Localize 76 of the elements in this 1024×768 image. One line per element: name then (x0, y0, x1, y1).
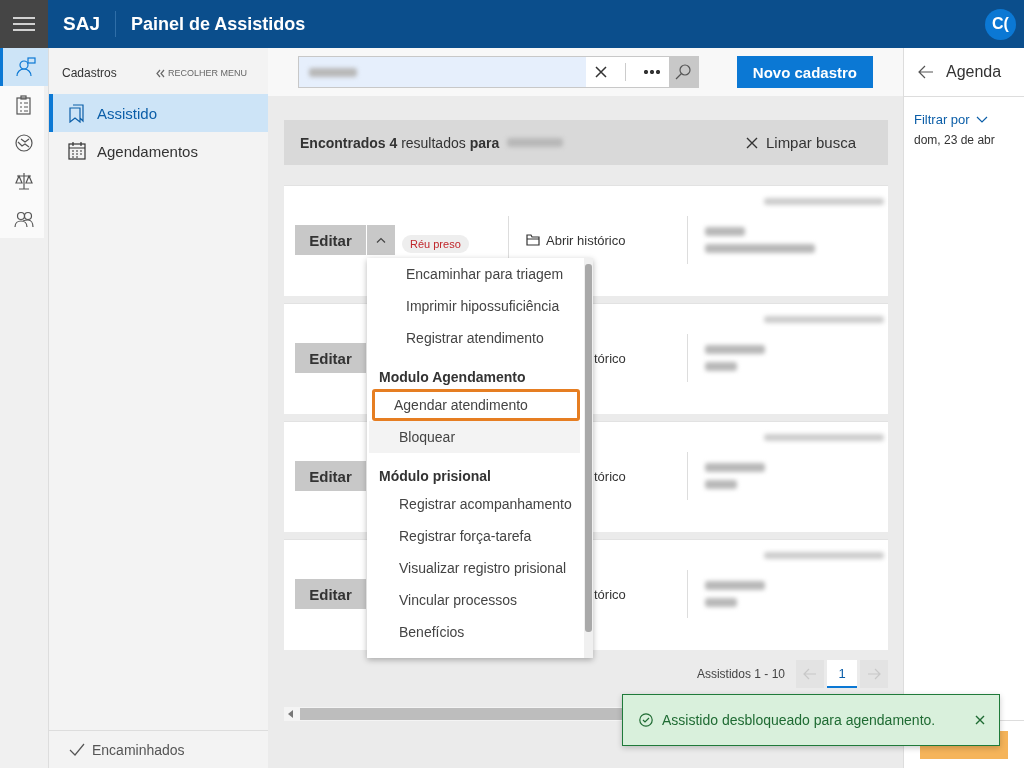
folder-icon (526, 234, 540, 246)
pagination-label: Assistidos 1 - 10 (696, 667, 785, 681)
scrollbar-thumb[interactable] (300, 708, 624, 720)
sidebar-item[interactable]: Agendamentos (49, 132, 268, 170)
redacted-mark (705, 345, 765, 354)
menu-item[interactable]: Bloquear (369, 421, 580, 453)
search-icon (675, 64, 692, 80)
history-link[interactable]: tórico (594, 586, 626, 602)
redacted-mark (705, 598, 737, 607)
menu-item[interactable]: Agendar atendimento (372, 389, 580, 421)
menu-item[interactable]: Benefícios (369, 616, 580, 648)
menu-group-header: Módulo prisional (378, 467, 492, 486)
menu-item[interactable]: Registrar força-tarefa (369, 520, 580, 552)
clipboard-icon (13, 95, 34, 115)
edit-button[interactable]: Editar (295, 343, 366, 373)
person-icon (15, 57, 36, 77)
menu-group-header: Modulo Agendamento (378, 368, 527, 387)
history-link[interactable]: tórico (594, 468, 626, 484)
redacted-mark (705, 581, 765, 590)
redacted-mark (705, 362, 737, 371)
calendar-icon (67, 141, 87, 161)
collapse-menu-link[interactable]: RECOLHER MENU (156, 68, 247, 78)
scales-icon (13, 171, 34, 191)
back-arrow-icon[interactable] (918, 65, 934, 79)
arrow-right-icon (867, 668, 881, 680)
search-field[interactable] (298, 56, 699, 88)
history-link[interactable]: Abrir histórico (526, 232, 626, 248)
section-title: Cadastros (62, 66, 117, 80)
menu-item[interactable]: Vincular processos (369, 584, 580, 616)
edit-button[interactable]: Editar (295, 579, 366, 609)
people-icon (13, 209, 34, 229)
arrow-left-icon (803, 668, 817, 680)
toast-message: Assistido desbloqueado para agendamento. (662, 712, 936, 728)
caret-icon (376, 237, 386, 243)
status-tag: Réu preso (402, 235, 469, 253)
sidebar-item[interactable]: Assistido (49, 94, 268, 132)
vertical-scrollbar[interactable] (584, 258, 593, 658)
menu-item[interactable]: Imprimir hipossuficiência (369, 290, 580, 322)
redacted-mark (705, 480, 737, 489)
horizontal-scrollbar[interactable] (284, 707, 624, 721)
menu-item[interactable]: Encaminhar para triagem (369, 258, 580, 290)
close-icon[interactable] (594, 66, 607, 78)
menu-icon (13, 16, 35, 32)
scrollbar-thumb[interactable] (585, 264, 592, 632)
close-icon[interactable] (975, 715, 985, 725)
redacted-mark (705, 463, 765, 472)
filter-dropdown[interactable]: Filtrar por (914, 112, 1024, 127)
user-avatar[interactable]: C( (985, 8, 1016, 40)
redacted-mark (309, 67, 357, 77)
check-circle-icon (639, 713, 653, 727)
brand-name: SAJ (63, 13, 100, 35)
menu-item[interactable]: Registrar acompanhamento (369, 488, 580, 520)
scroll-left-icon (288, 710, 294, 718)
edit-button[interactable]: Editar (295, 225, 366, 255)
menu-button[interactable] (0, 0, 48, 48)
search-button[interactable] (668, 57, 698, 87)
check-icon (69, 742, 85, 757)
close-icon (745, 136, 758, 149)
panel-title: Agenda (946, 63, 1002, 81)
new-record-button[interactable]: Novo cadastro (736, 56, 873, 88)
chevron-down-icon (975, 116, 988, 123)
redacted-mark (705, 227, 745, 236)
bookmark-icon (67, 103, 87, 123)
date-label: dom, 23 de abr (914, 133, 996, 147)
nav-rail-button[interactable] (0, 48, 48, 86)
page-title: Painel de Assistidos (130, 13, 306, 35)
edit-button[interactable]: Editar (295, 461, 366, 491)
more-icon[interactable] (643, 70, 660, 74)
page-button[interactable]: 1 (827, 660, 857, 688)
redacted-mark (507, 138, 564, 147)
menu-item[interactable]: Registrar atendimento (369, 322, 580, 354)
menu-item[interactable]: Visualizar registro prisional (369, 552, 580, 584)
results-summary: Encontrados 4 resultados para (300, 134, 500, 151)
double-chevron-icon (156, 68, 165, 78)
clear-search-link[interactable]: Limpar busca (745, 134, 856, 151)
history-link[interactable]: tórico (594, 350, 626, 366)
